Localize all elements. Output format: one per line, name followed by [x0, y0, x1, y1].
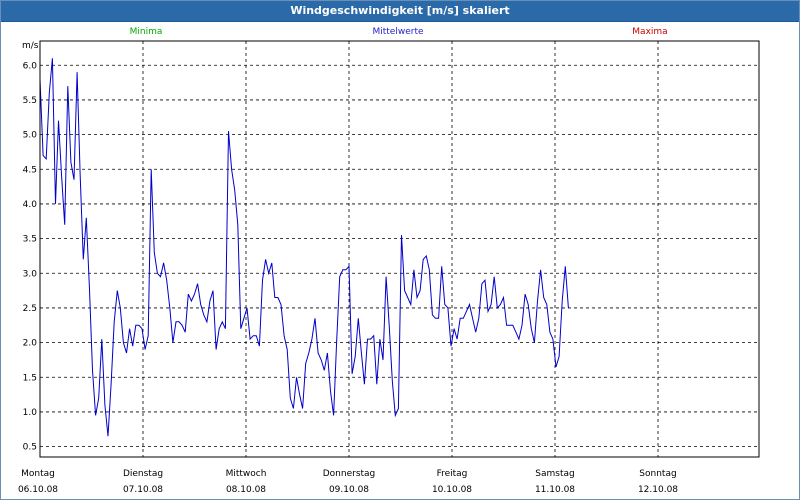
x-tick-day: Freitag	[437, 469, 468, 479]
x-tick-date: 08.10.08	[226, 485, 266, 495]
x-axis-ticks: Montag 06.10.08 Dienstag 07.10.08 Mittwoch 08…	[18, 469, 678, 495]
series-line-mittelwerte	[39, 58, 569, 437]
x-tick-day: Montag	[21, 469, 55, 479]
legend-mittelwerte: Mittelwerte	[372, 27, 423, 37]
x-tick-date: 06.10.08	[18, 485, 58, 495]
grid-lines	[40, 41, 759, 457]
x-tick-date: 09.10.08	[329, 485, 369, 495]
x-tick-day: Dienstag	[123, 469, 163, 479]
x-tick-day: Donnerstag	[323, 469, 376, 479]
y-tick-label: 2.5	[23, 304, 37, 314]
y-tick-label: 1.0	[23, 408, 38, 418]
x-tick-day: Sonntag	[639, 469, 676, 479]
y-tick-label: 5.0	[23, 131, 38, 141]
y-tick-label: 6.0	[23, 61, 38, 71]
y-axis-label: m/s	[22, 41, 39, 51]
y-axis-ticks: 0.5 1.0 1.5 2.0 2.5 3.0 3.5 4.0 4.5 5.0 5.5 6.0	[23, 61, 38, 452]
x-tick-date: 12.10.08	[638, 485, 678, 495]
legend-minima: Minima	[130, 27, 163, 37]
legend-maxima: Maxima	[632, 27, 667, 37]
x-tick-date: 11.10.08	[535, 485, 575, 495]
y-tick-label: 2.0	[23, 339, 38, 349]
y-tick-label: 4.5	[23, 165, 37, 175]
wind-speed-chart: Minima Mittelwerte Maxima m/s 0.5 1.0 1.5 2…	[18, 27, 760, 495]
x-tick-day: Samstag	[535, 469, 574, 479]
x-tick-date: 10.10.08	[432, 485, 472, 495]
y-tick-label: 3.0	[23, 269, 38, 279]
y-tick-label: 3.5	[23, 235, 37, 245]
y-tick-label: 5.5	[23, 96, 37, 106]
y-tick-label: 4.0	[23, 200, 38, 210]
y-tick-label: 0.5	[23, 443, 37, 453]
x-tick-date: 07.10.08	[123, 485, 163, 495]
plot-border	[39, 40, 760, 458]
series-group	[39, 58, 569, 437]
x-tick-day: Mittwoch	[226, 469, 267, 479]
y-tick-label: 1.5	[23, 373, 37, 383]
